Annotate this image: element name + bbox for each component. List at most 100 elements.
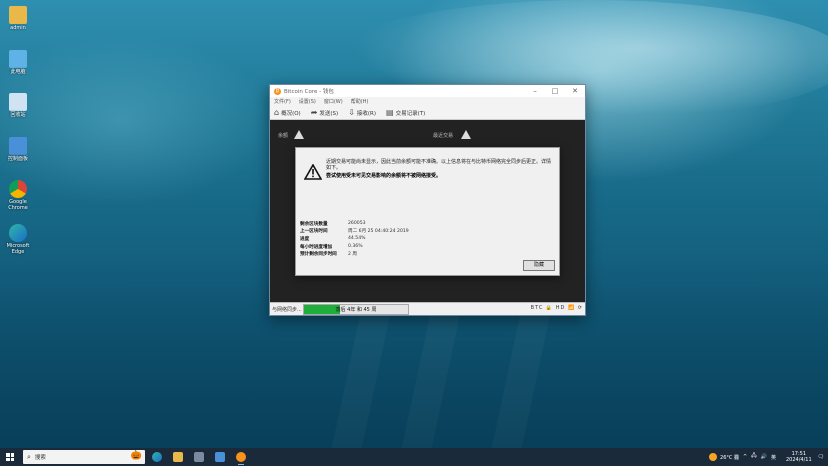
menu-help[interactable]: 帮助(H)	[351, 98, 369, 105]
warning-icon	[294, 130, 304, 139]
computer-icon	[9, 50, 27, 68]
desktop-icon-control-panel[interactable]: 控制面板	[4, 137, 32, 162]
lock-icon: 🔒	[545, 305, 554, 311]
row-value: 0.36%	[348, 244, 363, 250]
tab-receive-label: 接收(R)	[356, 110, 377, 117]
recent-transactions-label: 最近交易	[433, 133, 454, 139]
row-value: 周二 6月 25 04:40:24 2019	[348, 229, 409, 235]
row-key: 每小时进度增加	[300, 244, 333, 250]
sync-progress-bar: 落后 4年 和 45 周	[303, 304, 409, 315]
close-icon[interactable]: ✕	[565, 87, 585, 95]
taskbar-edge[interactable]	[148, 448, 166, 466]
transactions-icon: ▤	[386, 108, 394, 117]
row-value: 44.54%	[348, 236, 366, 242]
desktop-icon-label: admin	[10, 25, 26, 31]
search-placeholder: 搜索	[34, 455, 46, 461]
desktop-icon-recycle-bin[interactable]: 回收站	[4, 93, 32, 118]
sync-progress-text: 落后 4年 和 45 周	[335, 307, 377, 313]
desktop-icon-this-pc[interactable]: 此电脑	[4, 50, 32, 75]
bitcoin-icon: ₿	[274, 87, 281, 95]
weather-icon	[709, 453, 718, 461]
chevron-up-icon[interactable]: ^	[743, 454, 747, 460]
table-row: 上一区块时间 周二 6月 25 04:40:24 2019	[300, 228, 413, 236]
menu-window[interactable]: 窗口(W)	[324, 98, 343, 105]
row-value: 2 周	[348, 252, 357, 258]
desktop-icon-label: 回收站	[10, 112, 26, 118]
control-panel-icon	[9, 137, 27, 155]
tab-send-label: 发送(S)	[319, 110, 339, 117]
folder-icon	[173, 452, 183, 462]
menu-settings[interactable]: 设置(S)	[299, 98, 316, 105]
tab-transactions[interactable]: ▤ 交易记录(T)	[386, 108, 425, 117]
table-row: 进度 44.54%	[300, 235, 413, 243]
maximize-icon[interactable]: □	[545, 87, 565, 95]
system-tray: 26°C 霾 ^ 🖧 🔊 英 17:51 2024/4/11 🗨	[709, 448, 828, 466]
network-icon[interactable]: 🖧	[751, 453, 757, 461]
sync-info-table: 剩余区块数量 260053 上一区块时间 周二 6月 25 04:40:24 201…	[300, 220, 413, 258]
send-icon: ➦	[310, 108, 318, 117]
desktop-icon-label: 此电脑	[10, 69, 26, 75]
modal-message: 近期交易可能尚未显示，因此当前余额可能不准确。以上信息将在与比特币网络完全同步后…	[326, 159, 552, 171]
windows-logo-icon	[6, 453, 14, 461]
window-title: Bitcoin Core - 钱包	[284, 89, 334, 95]
folder-user-icon	[9, 6, 27, 24]
edge-icon	[152, 452, 162, 462]
tab-overview-label: 概况(O)	[281, 110, 301, 117]
status-icons: BTC 🔒 HD 📶 ⟳	[531, 305, 583, 311]
receive-icon: ⇩	[348, 108, 355, 117]
row-key: 上一区块时间	[300, 229, 328, 235]
bitcoin-icon	[236, 452, 246, 462]
sync-icon: ⟳	[577, 305, 583, 311]
start-button[interactable]	[0, 448, 20, 466]
warning-icon	[304, 164, 322, 180]
unit-label[interactable]: BTC	[531, 305, 544, 311]
hd-icon: HD	[555, 305, 566, 311]
desktop-icon-label: 控制面板	[7, 156, 28, 162]
row-value: 260053	[348, 221, 366, 227]
warning-icon	[461, 130, 471, 139]
recycle-bin-icon	[9, 93, 27, 111]
table-row: 预计剩余同步时间 2 周	[300, 250, 413, 258]
sync-warning-modal: 近期交易可能尚未显示，因此当前余额可能不准确。以上信息将在与比特币网络完全同步后…	[295, 147, 560, 276]
minimize-icon[interactable]: –	[525, 87, 545, 95]
menu-bar: 文件(F) 设置(S) 窗口(W) 帮助(H)	[270, 97, 585, 106]
clock[interactable]: 17:51 2024/4/11	[786, 451, 812, 463]
taskbar-bitcoin-core[interactable]	[232, 448, 250, 466]
tab-overview[interactable]: ⌂ 概况(O)	[274, 108, 301, 117]
toolbar: ⌂ 概况(O) ➦ 发送(S) ⇩ 接收(R) ▤ 交易记录(T)	[270, 106, 585, 120]
desktop-icon-chrome[interactable]: Google Chrome	[4, 180, 32, 211]
notification-icon[interactable]: 🗨	[818, 454, 824, 460]
taskbar-file-explorer[interactable]	[169, 448, 187, 466]
sync-status-text: 与网络同步...	[272, 307, 302, 313]
modal-warning-text: 尝试使用受未可见交易影响的余额将不被网络接受。	[326, 173, 442, 179]
store-icon	[194, 452, 204, 462]
desktop-icon-edge[interactable]: Microsoft Edge	[4, 224, 32, 255]
taskbar-mail[interactable]	[211, 448, 229, 466]
row-key: 进度	[300, 236, 310, 242]
chrome-icon	[9, 180, 27, 198]
row-key: 剩余区块数量	[300, 221, 328, 227]
tab-transactions-label: 交易记录(T)	[395, 110, 426, 117]
volume-icon[interactable]: 🔊	[761, 454, 767, 460]
ime-indicator[interactable]: 英	[771, 454, 776, 461]
taskbar-search[interactable]: ⌕ 搜索 🎃	[23, 450, 145, 464]
menu-file[interactable]: 文件(F)	[274, 98, 291, 105]
desktop-icon-label: Microsoft Edge	[6, 243, 30, 255]
taskbar: ⌕ 搜索 🎃 26°C 霾 ^ 🖧 🔊 英 17:51 2024/4/11 🗨	[0, 448, 828, 466]
tab-send[interactable]: ➦ 发送(S)	[311, 108, 339, 117]
hide-button[interactable]: 隐藏	[523, 260, 555, 271]
weather-text[interactable]: 26°C 霾	[720, 454, 739, 461]
desktop-icon-label: Google Chrome	[8, 199, 28, 211]
edge-icon	[9, 224, 27, 242]
row-key: 预计剩余同步时间	[300, 252, 337, 258]
balances-label: 余额	[278, 133, 289, 139]
taskbar-store[interactable]	[190, 448, 208, 466]
network-icon[interactable]: 📶	[568, 305, 575, 311]
home-icon: ⌂	[274, 108, 280, 117]
window-titlebar[interactable]: ₿ Bitcoin Core - 钱包 – □ ✕	[270, 85, 585, 97]
table-row: 每小时进度增加 0.36%	[300, 243, 413, 251]
tab-receive[interactable]: ⇩ 接收(R)	[348, 108, 376, 117]
mail-icon	[215, 452, 225, 462]
status-bar: 与网络同步... 落后 4年 和 45 周 BTC 🔒 HD 📶 ⟳	[270, 302, 585, 315]
desktop-icon-admin[interactable]: admin	[4, 6, 32, 31]
